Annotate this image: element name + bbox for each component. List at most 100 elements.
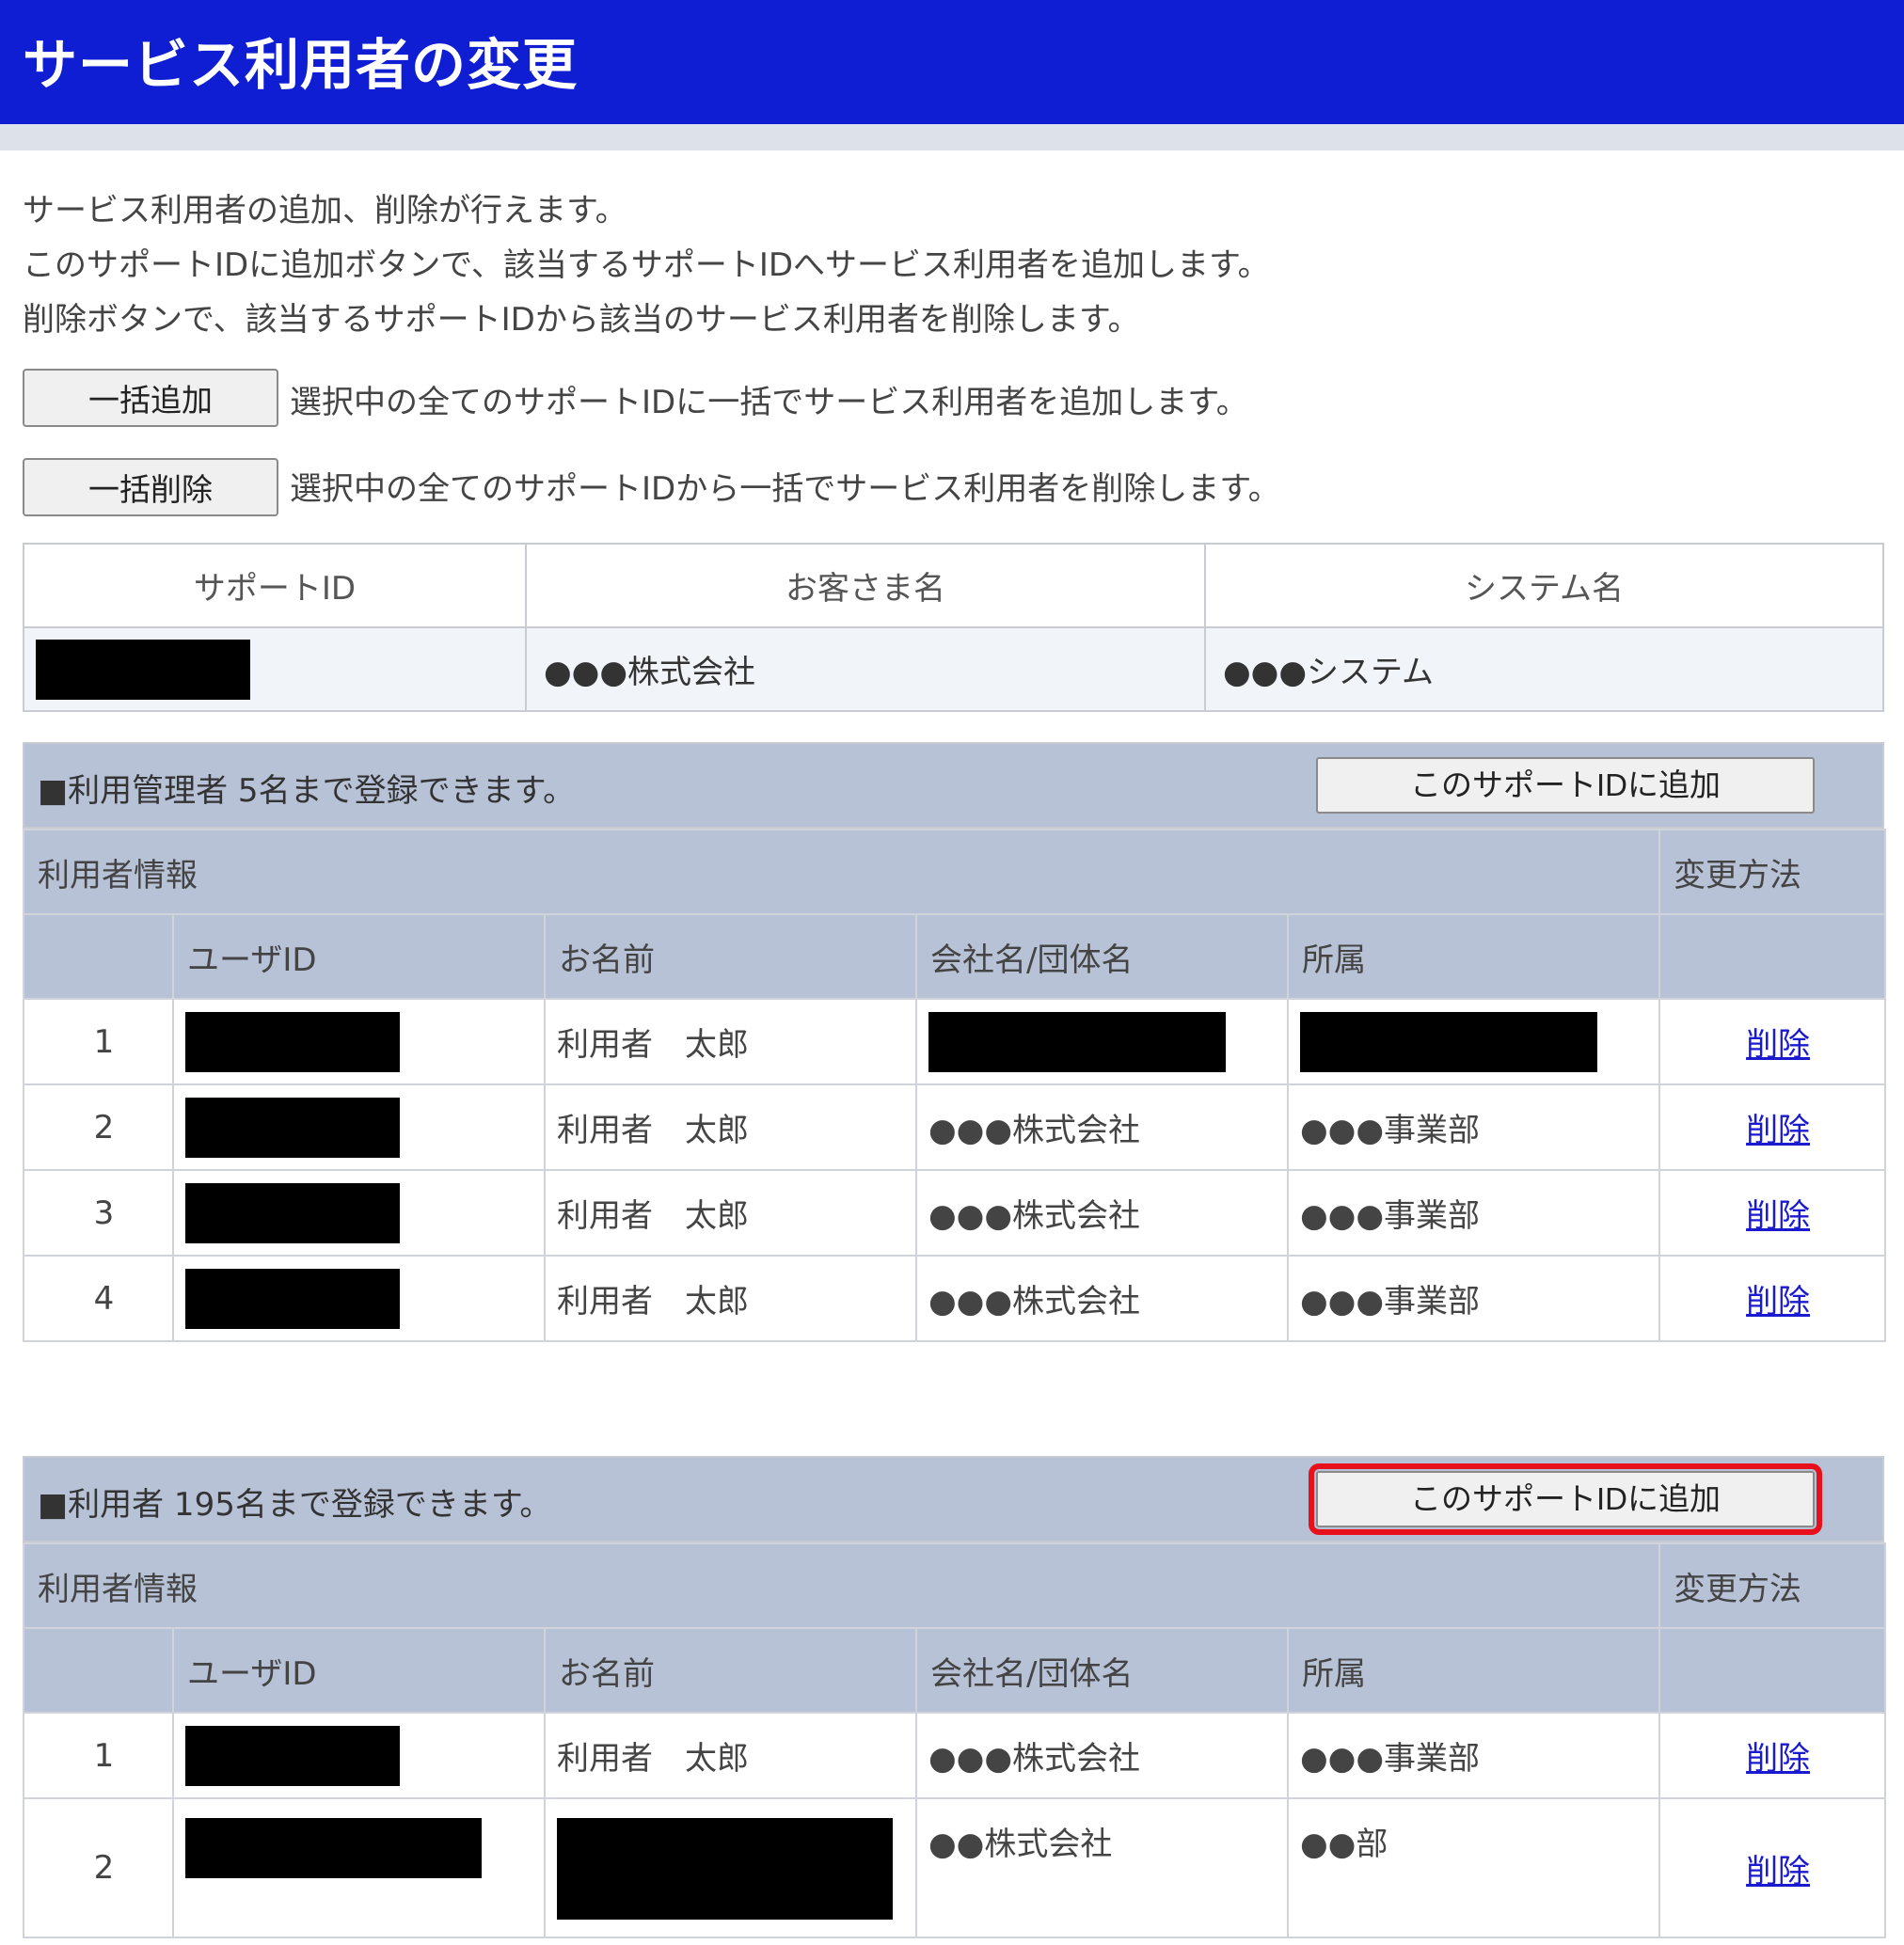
department-cell: ●●●事業部 [1286,1255,1661,1342]
table-row: 2 ●●株式会社 ●●部 削除 [23,1797,1887,1938]
admin-section-header: ■利用管理者 5名まで登録できます。 このサポートIDに追加 [23,742,1884,829]
user-id-cell [172,1797,546,1938]
redacted-block [185,1818,482,1878]
description-line-3: 削除ボタンで、該当するサポートIDから該当のサービス利用者を削除します。 [23,301,1140,339]
redacted-block [1300,1011,1597,1072]
support-id-cell [23,626,527,712]
redacted-block [185,1725,400,1786]
company-cell: ●●●株式会社 [915,1083,1289,1171]
company-cell: ●●●株式会社 [915,1255,1289,1342]
delete-link[interactable]: 削除 [1746,1112,1810,1149]
col-user-info: 利用者情報 [22,829,1661,915]
header-customer-name: お客さま名 [525,543,1206,628]
row-number: 1 [23,1712,174,1799]
bulk-delete-note: 選択中の全てのサポートIDから一括でサービス利用者を削除します。 [290,470,1280,508]
col-user-id: ユーザID [172,913,546,1000]
company-cell [915,998,1289,1085]
table-row: 1 利用者 太郎 ●●●株式会社 ●●●事業部 削除 [23,1712,1887,1799]
col-method: 変更方法 [1658,1542,1887,1629]
bulk-delete-button[interactable]: 一括削除 [23,458,278,516]
action-cell: 削除 [1658,1255,1887,1342]
action-cell: 削除 [1658,998,1887,1085]
user-id-cell [172,1083,546,1171]
col-department: 所属 [1286,913,1661,1000]
user-id-cell [172,1255,546,1342]
admin-header-row-1: 利用者情報 変更方法 [22,829,1887,915]
description-line-1: サービス利用者の追加、削除が行えます。 [23,192,627,229]
company-cell: ●●株式会社 [915,1797,1289,1938]
name-cell: 利用者 太郎 [544,1169,917,1257]
col-action [1658,913,1887,1000]
redacted-block [557,1818,893,1920]
table-row: 2 利用者 太郎 ●●●株式会社 ●●●事業部 削除 [23,1083,1887,1171]
action-cell: 削除 [1658,1083,1887,1171]
col-department: 所属 [1286,1627,1661,1714]
col-method: 変更方法 [1658,829,1887,915]
col-company: 会社名/団体名 [915,913,1289,1000]
action-cell: 削除 [1658,1797,1887,1938]
department-cell: ●●●事業部 [1286,1712,1661,1799]
delete-link[interactable]: 削除 [1746,1197,1810,1235]
redacted-block [928,1011,1226,1072]
company-cell: ●●●株式会社 [915,1712,1289,1799]
col-name: お名前 [544,1627,917,1714]
delete-link[interactable]: 削除 [1746,1283,1810,1320]
table-row: 4 利用者 太郎 ●●●株式会社 ●●●事業部 削除 [23,1255,1887,1342]
support-info-header: サポートID お客さま名 システム名 [23,543,1884,628]
department-cell: ●●●事業部 [1286,1169,1661,1257]
bulk-add-note: 選択中の全てのサポートIDに一括でサービス利用者を追加します。 [290,384,1248,421]
table-row: 1 利用者 太郎 削除 [23,998,1887,1085]
company-cell: ●●●株式会社 [915,1169,1289,1257]
action-cell: 削除 [1658,1169,1887,1257]
admin-table: 利用者情報 変更方法 ユーザID お名前 会社名/団体名 所属 1 利用者 太郎… [22,829,1887,1342]
header-support-id: サポートID [23,543,527,628]
table-row: 3 利用者 太郎 ●●●株式会社 ●●●事業部 削除 [23,1169,1887,1257]
user-table: 利用者情報 変更方法 ユーザID お名前 会社名/団体名 所属 1 利用者 太郎… [22,1542,1887,1938]
delete-link[interactable]: 削除 [1746,1853,1810,1890]
row-number: 2 [23,1797,174,1938]
user-section: ■利用者 195名まで登録できます。 このサポートIDに追加 利用者情報 変更方… [22,1456,1887,1938]
row-number: 4 [23,1255,174,1342]
customer-name-cell: ●●●株式会社 [525,626,1206,712]
admin-section: ■利用管理者 5名まで登録できます。 このサポートIDに追加 利用者情報 変更方… [22,742,1887,1342]
row-number: 3 [23,1169,174,1257]
description-line-2: このサポートIDに追加ボタンで、該当するサポートIDへサービス利用者を追加します… [23,246,1270,284]
name-cell: 利用者 太郎 [544,1255,917,1342]
department-cell [1286,998,1661,1085]
col-company: 会社名/団体名 [915,1627,1289,1714]
delete-link[interactable]: 削除 [1746,1026,1810,1064]
redacted-block [185,1268,400,1329]
col-no [23,913,174,1000]
name-cell [544,1797,917,1938]
redacted-block [185,1182,400,1243]
user-section-title: ■利用者 195名まで登録できます。 [38,1486,552,1524]
col-user-id: ユーザID [172,1627,546,1714]
name-cell: 利用者 太郎 [544,998,917,1085]
user-id-cell [172,1169,546,1257]
name-cell: 利用者 太郎 [544,1712,917,1799]
redacted-block [36,639,250,700]
support-info-table: サポートID お客さま名 システム名 ●●●株式会社 ●●●システム [23,543,1884,712]
support-info-row: ●●●株式会社 ●●●システム [23,626,1884,712]
redacted-block [185,1097,400,1158]
header-system-name: システム名 [1204,543,1884,628]
delete-link[interactable]: 削除 [1746,1740,1810,1778]
name-cell: 利用者 太郎 [544,1083,917,1171]
row-number: 1 [23,998,174,1085]
user-id-cell [172,998,546,1085]
system-name-cell: ●●●システム [1204,626,1884,712]
page-title: サービス利用者の変更 [23,33,579,97]
user-add-button[interactable]: このサポートIDに追加 [1309,1463,1822,1535]
department-cell: ●●部 [1286,1797,1661,1938]
admin-add-button[interactable]: このサポートIDに追加 [1316,757,1815,814]
bulk-add-button[interactable]: 一括追加 [23,369,278,427]
title-bar: サービス利用者の変更 [0,0,1904,124]
col-action [1658,1627,1887,1714]
redacted-block [185,1011,400,1072]
department-cell: ●●●事業部 [1286,1083,1661,1171]
col-user-info: 利用者情報 [22,1542,1661,1629]
action-cell: 削除 [1658,1712,1887,1799]
user-header-row-1: 利用者情報 変更方法 [22,1542,1887,1629]
col-name: お名前 [544,913,917,1000]
admin-header-row-2: ユーザID お名前 会社名/団体名 所属 [23,913,1887,1000]
